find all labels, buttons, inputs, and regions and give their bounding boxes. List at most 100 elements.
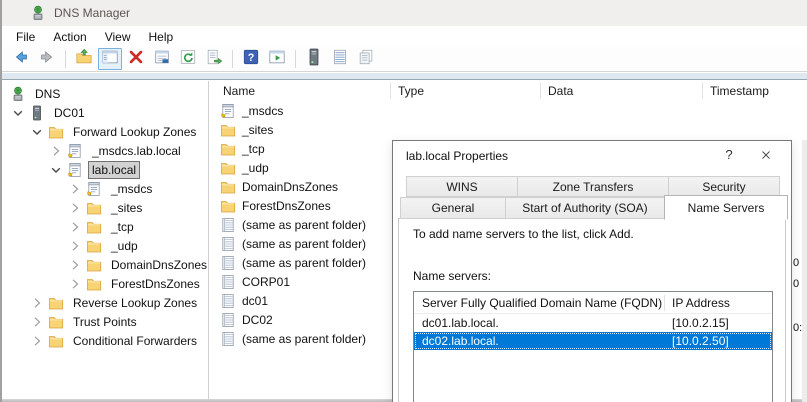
ns-fqdn: dc01.lab.local. bbox=[422, 316, 499, 330]
list-row-name: _msdcs bbox=[242, 104, 283, 118]
tree-item-dc01[interactable]: DC01 bbox=[2, 103, 208, 122]
show-action-pane-button[interactable] bbox=[265, 48, 289, 70]
tree-item-label: _sites bbox=[107, 199, 146, 217]
tree-item-dns[interactable]: DNS bbox=[2, 84, 208, 103]
close-icon[interactable] bbox=[749, 143, 783, 167]
record-icon bbox=[220, 255, 236, 271]
tab-name-servers[interactable]: Name Servers bbox=[664, 195, 788, 220]
list-row-name: CORP01 bbox=[242, 275, 290, 289]
chev-closed-icon bbox=[29, 295, 45, 311]
tab-wins[interactable]: WINS bbox=[406, 176, 518, 197]
chev-closed-icon bbox=[67, 200, 83, 216]
list-row-name: (same as parent folder) bbox=[242, 237, 366, 251]
dialog-help-button[interactable]: ? bbox=[715, 143, 743, 167]
dns-manager-window: DNS Manager FileActionViewHelp ? DNSDC01… bbox=[0, 0, 807, 402]
zone-icon bbox=[67, 143, 83, 159]
instruction-text: To add name servers to the list, click A… bbox=[413, 227, 634, 241]
column-header-name[interactable]: Name bbox=[223, 81, 255, 101]
menu-item-action[interactable]: Action bbox=[44, 28, 95, 46]
name-servers-listbox[interactable]: Server Fully Qualified Domain Name (FQDN… bbox=[413, 291, 773, 402]
column-divider[interactable] bbox=[702, 83, 703, 99]
chev-closed-icon bbox=[67, 238, 83, 254]
delete-button[interactable] bbox=[124, 48, 148, 70]
folder-icon bbox=[220, 122, 236, 138]
zone-icon bbox=[67, 162, 83, 178]
chev-closed-icon bbox=[67, 276, 83, 292]
chev-closed-icon bbox=[67, 181, 83, 197]
copy-button[interactable] bbox=[354, 48, 378, 70]
name-server-row[interactable]: dc02.lab.local.[10.0.2.50] bbox=[414, 332, 772, 350]
chev-open-icon bbox=[29, 124, 45, 140]
tree-item-label: lab.local bbox=[88, 161, 140, 179]
ns-ip: [10.0.2.15] bbox=[672, 316, 729, 330]
chev-closed-icon bbox=[67, 257, 83, 273]
column-divider[interactable] bbox=[390, 83, 391, 99]
folder-icon bbox=[48, 333, 64, 349]
list-row-name: _sites bbox=[242, 123, 273, 137]
list-row[interactable]: _msdcs bbox=[215, 101, 807, 120]
menu-item-help[interactable]: Help bbox=[140, 28, 183, 46]
ns-column-divider[interactable] bbox=[664, 295, 665, 311]
window-title: DNS Manager bbox=[54, 6, 130, 20]
tree-item-forward-lookup-zones[interactable]: Forward Lookup Zones bbox=[2, 122, 208, 141]
menu-item-view[interactable]: View bbox=[96, 28, 140, 46]
tree-item-conditional-forwarders[interactable]: Conditional Forwarders bbox=[2, 331, 208, 350]
help-button[interactable]: ? bbox=[239, 48, 263, 70]
refresh-button[interactable] bbox=[176, 48, 200, 70]
svg-text:?: ? bbox=[248, 52, 255, 64]
tab-zone-transfers[interactable]: Zone Transfers bbox=[517, 176, 669, 197]
properties-button[interactable] bbox=[150, 48, 174, 70]
up-one-level-button[interactable] bbox=[72, 48, 96, 70]
tab-start-of-authority-soa-[interactable]: Start of Authority (SOA) bbox=[505, 197, 665, 219]
tree-item-label: Conditional Forwarders bbox=[69, 332, 201, 350]
list-row[interactable]: _sites bbox=[215, 120, 807, 139]
tree-item-label: Reverse Lookup Zones bbox=[69, 294, 201, 312]
show-console-tree-button[interactable] bbox=[98, 48, 122, 70]
folder-icon bbox=[86, 200, 102, 216]
tree-item--msdcs-lab-local[interactable]: _msdcs.lab.local bbox=[2, 141, 208, 160]
column-divider[interactable] bbox=[540, 83, 541, 99]
folder-icon bbox=[48, 124, 64, 140]
copy-icon bbox=[357, 48, 375, 71]
chev-open-icon bbox=[48, 162, 64, 178]
tree-item--udp[interactable]: _udp bbox=[2, 236, 208, 255]
tree-pane: DNSDC01Forward Lookup Zones_msdcs.lab.lo… bbox=[2, 81, 209, 402]
tab-general[interactable]: General bbox=[400, 197, 506, 219]
tree-item-reverse-lookup-zones[interactable]: Reverse Lookup Zones bbox=[2, 293, 208, 312]
tree-item-domaindnszones[interactable]: DomainDnsZones bbox=[2, 255, 208, 274]
column-header-data[interactable]: Data bbox=[548, 81, 573, 101]
folder-icon bbox=[86, 276, 102, 292]
properties-dialog: lab.local Properties ? WINSZone Transfer… bbox=[392, 140, 792, 402]
tab-security[interactable]: Security bbox=[668, 176, 780, 197]
folder-icon bbox=[48, 314, 64, 330]
folder-icon bbox=[220, 198, 236, 214]
export-list-button[interactable] bbox=[202, 48, 226, 70]
record-list-button[interactable] bbox=[328, 48, 352, 70]
new-server-button[interactable] bbox=[302, 48, 326, 70]
name-server-row[interactable]: dc01.lab.local. [10.0.2.15] bbox=[414, 314, 772, 332]
tree-item-label: DomainDnsZones bbox=[107, 256, 209, 274]
dns-root-icon bbox=[10, 86, 26, 102]
column-header-type[interactable]: Type bbox=[398, 81, 424, 101]
tree-item--sites[interactable]: _sites bbox=[2, 198, 208, 217]
column-header-timestamp[interactable]: Timestamp bbox=[710, 81, 769, 101]
console-band bbox=[2, 73, 807, 80]
tree-item-lab-local[interactable]: lab.local bbox=[2, 160, 208, 179]
tree-item--tcp[interactable]: _tcp bbox=[2, 217, 208, 236]
list-row-name: DomainDnsZones bbox=[242, 180, 338, 194]
ns-column-header[interactable]: Server Fully Qualified Domain Name (FQDN… bbox=[422, 292, 662, 314]
tree-item--msdcs[interactable]: _msdcs bbox=[2, 179, 208, 198]
back-button[interactable] bbox=[9, 48, 33, 70]
tree-item-trust-points[interactable]: Trust Points bbox=[2, 312, 208, 331]
tree-item-forestdnszones[interactable]: ForestDnsZones bbox=[2, 274, 208, 293]
ns-column-header[interactable]: IP Address bbox=[672, 292, 730, 314]
dialog-title: lab.local Properties bbox=[406, 149, 508, 163]
folder-icon bbox=[220, 179, 236, 195]
folder-icon bbox=[220, 141, 236, 157]
forward-button[interactable] bbox=[35, 48, 59, 70]
forward-arrow-icon bbox=[38, 48, 56, 71]
menu-item-file[interactable]: File bbox=[7, 28, 44, 46]
list-row-name: ForestDnsZones bbox=[242, 199, 331, 213]
folder-icon bbox=[86, 238, 102, 254]
list-row-name: _udp bbox=[242, 161, 269, 175]
